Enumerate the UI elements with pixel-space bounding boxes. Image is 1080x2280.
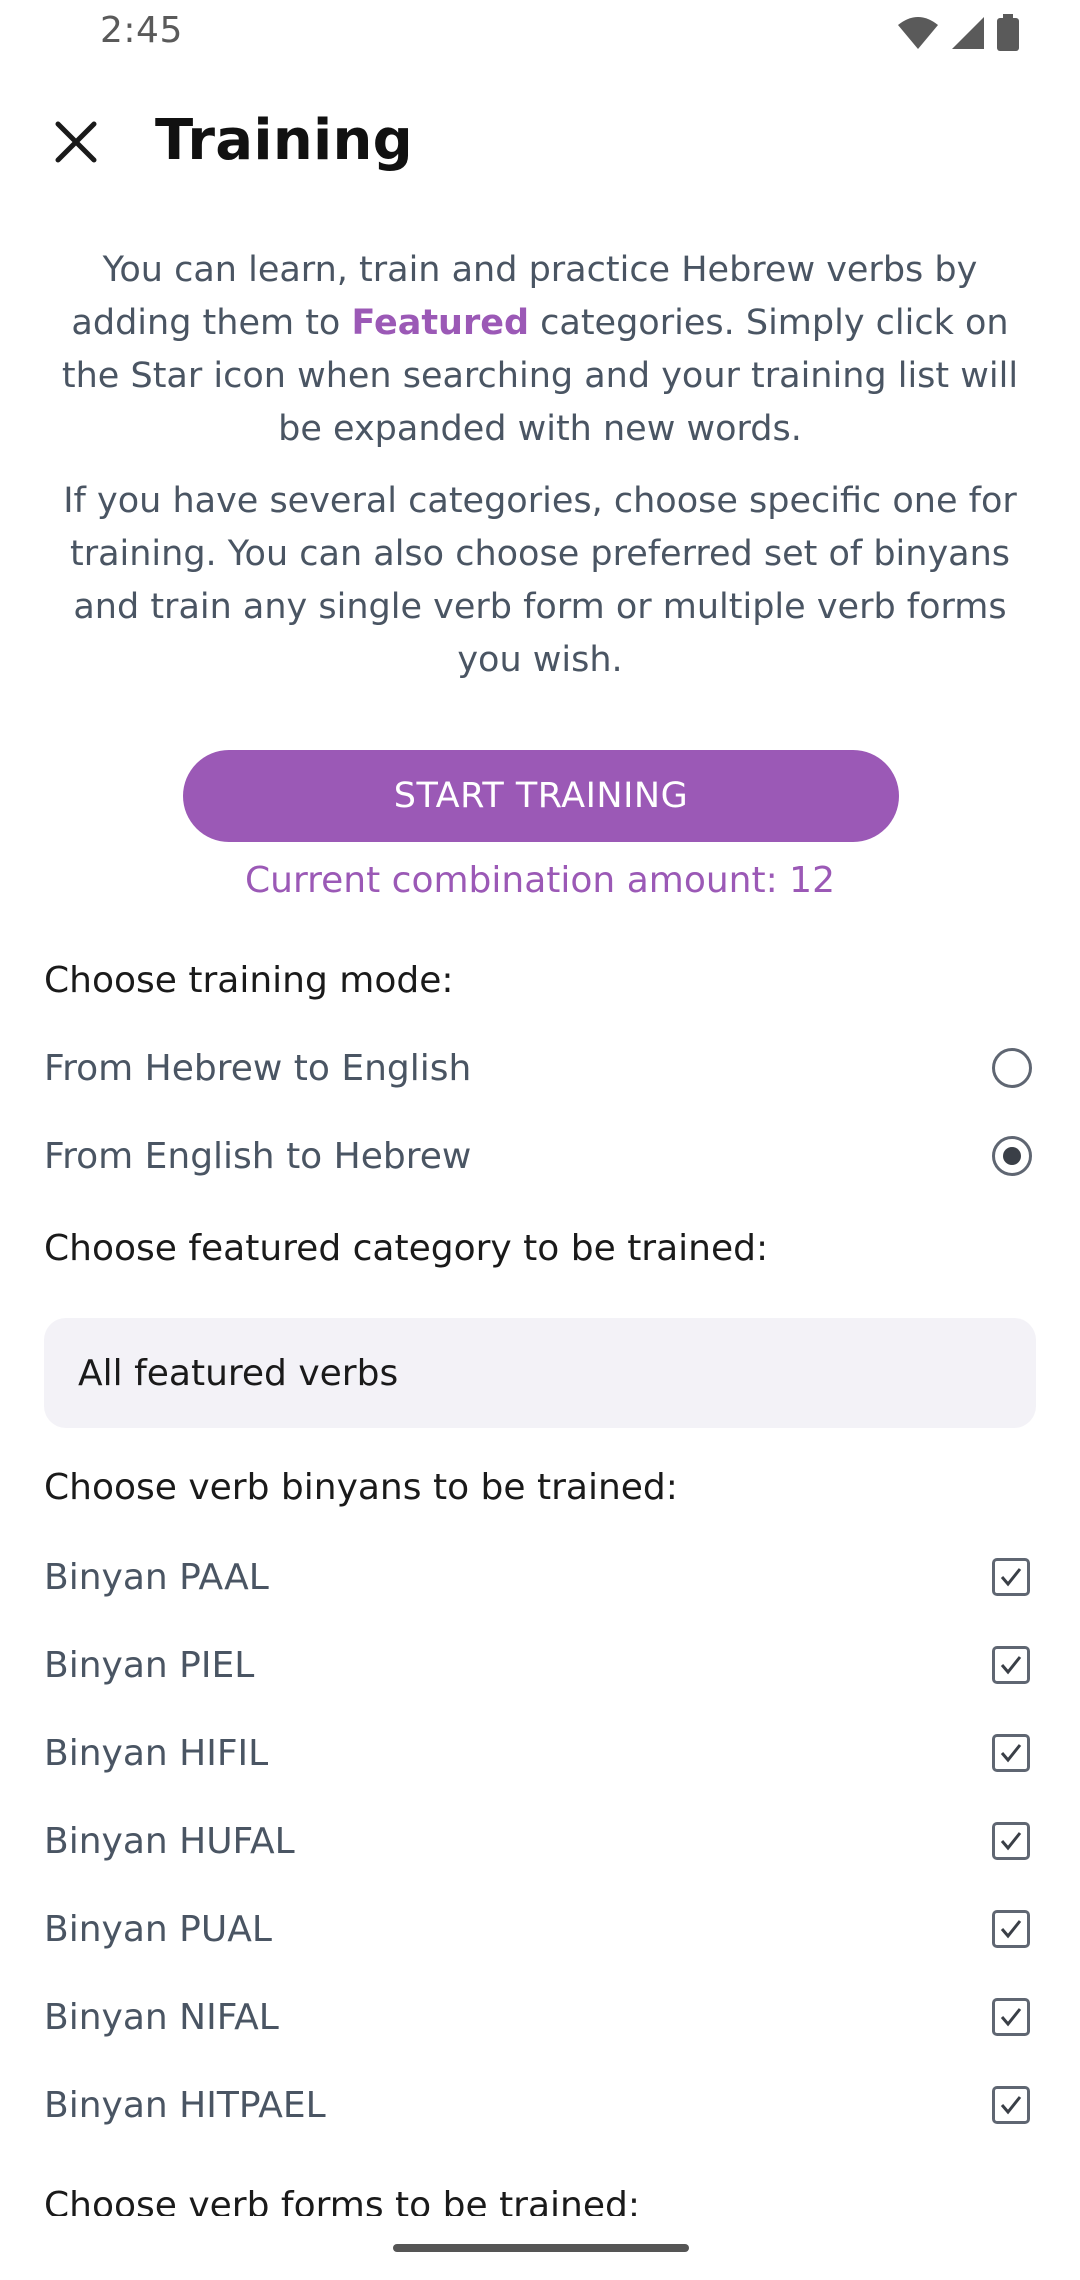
featured-highlight: Featured (351, 303, 530, 343)
binyan-label: Binyan PAAL (44, 1556, 269, 1598)
checkbox[interactable] (992, 1558, 1030, 1596)
radio-button[interactable] (992, 1048, 1032, 1088)
binyan-item-hifil[interactable]: Binyan HIFIL (44, 1713, 1036, 1793)
training-mode-label: Choose training mode: (44, 960, 454, 1001)
binyan-label: Binyan NIFAL (44, 1996, 279, 2038)
intro-paragraph-1: You can learn, train and practice Hebrew… (44, 244, 1036, 456)
combination-amount: Current combination amount: 12 (245, 860, 835, 901)
radio-button-selected[interactable] (992, 1136, 1032, 1176)
status-time: 2:45 (100, 10, 183, 51)
close-icon (54, 120, 98, 168)
status-icons (896, 14, 1020, 52)
mode-option-english-to-hebrew[interactable]: From English to Hebrew (44, 1116, 1036, 1196)
mode-option-label: From Hebrew to English (44, 1047, 472, 1089)
start-training-button[interactable]: START TRAINING (183, 750, 899, 842)
check-icon (1000, 2096, 1022, 2115)
app-bar: Training (0, 90, 1080, 200)
verb-forms-label: Choose verb forms to be trained: (44, 2185, 640, 2216)
verb-forms-section: Choose verb forms to be trained: (44, 2178, 1036, 2216)
binyan-item-pual[interactable]: Binyan PUAL (44, 1889, 1036, 1969)
category-label: Choose featured category to be trained: (44, 1228, 769, 1269)
check-icon (1000, 1832, 1022, 1851)
binyan-label: Binyan HITPAEL (44, 2084, 326, 2126)
binyan-label: Binyan HUFAL (44, 1820, 295, 1862)
checkbox[interactable] (992, 1646, 1030, 1684)
binyan-label: Binyan PUAL (44, 1908, 272, 1950)
home-indicator[interactable] (393, 2244, 689, 2252)
check-icon (1000, 1656, 1022, 1675)
check-icon (1000, 1744, 1022, 1763)
checkbox[interactable] (992, 2086, 1030, 2124)
status-bar: 2:45 (0, 0, 1080, 66)
binyan-item-hufal[interactable]: Binyan HUFAL (44, 1801, 1036, 1881)
binyan-label: Binyan HIFIL (44, 1732, 269, 1774)
checkbox[interactable] (992, 1822, 1030, 1860)
signal-icon (950, 15, 986, 51)
battery-icon (996, 14, 1020, 52)
binyans-label: Choose verb binyans to be trained: (44, 1467, 678, 1508)
page-title: Training (155, 108, 414, 173)
wifi-icon (896, 15, 940, 51)
check-icon (1000, 1920, 1022, 1939)
check-icon (1000, 2008, 1022, 2027)
mode-option-hebrew-to-english[interactable]: From Hebrew to English (44, 1028, 1036, 1108)
binyan-item-hitpael[interactable]: Binyan HITPAEL (44, 2065, 1036, 2145)
checkbox[interactable] (992, 1998, 1030, 2036)
category-select[interactable]: All featured verbs (44, 1318, 1036, 1428)
close-button[interactable] (44, 112, 108, 176)
intro-paragraph-2: If you have several categories, choose s… (63, 481, 1017, 680)
binyan-item-nifal[interactable]: Binyan NIFAL (44, 1977, 1036, 2057)
binyan-item-paal[interactable]: Binyan PAAL (44, 1537, 1036, 1617)
binyan-label: Binyan PIEL (44, 1644, 255, 1686)
binyan-item-piel[interactable]: Binyan PIEL (44, 1625, 1036, 1705)
checkbox[interactable] (992, 1734, 1030, 1772)
checkbox[interactable] (992, 1910, 1030, 1948)
mode-option-label: From English to Hebrew (44, 1135, 472, 1177)
check-icon (1000, 1568, 1022, 1587)
